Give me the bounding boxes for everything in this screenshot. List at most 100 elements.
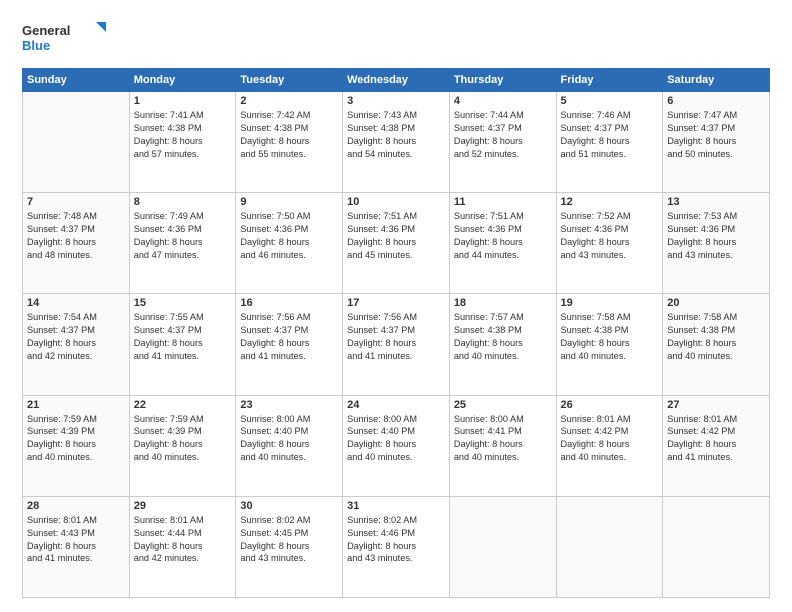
day-info: Sunrise: 8:00 AMSunset: 4:40 PMDaylight:… [347,413,445,465]
day-info: Sunrise: 7:57 AMSunset: 4:38 PMDaylight:… [454,311,552,363]
calendar-cell: 29Sunrise: 8:01 AMSunset: 4:44 PMDayligh… [129,496,236,597]
calendar-cell: 7Sunrise: 7:48 AMSunset: 4:37 PMDaylight… [23,193,130,294]
day-number: 31 [347,500,445,512]
calendar-cell: 16Sunrise: 7:56 AMSunset: 4:37 PMDayligh… [236,294,343,395]
day-number: 24 [347,399,445,411]
day-number: 8 [134,196,232,208]
svg-text:Blue: Blue [22,38,50,53]
weekday-header-tuesday: Tuesday [236,69,343,92]
day-number: 22 [134,399,232,411]
calendar-cell: 30 Sunrise: 8:02 AMSunset: 4:45 PMDayligh… [236,496,343,597]
weekday-header-wednesday: Wednesday [343,69,450,92]
week-row-1: 7Sunrise: 7:48 AMSunset: 4:37 PMDaylight… [23,193,770,294]
calendar-cell: 25Sunrise: 8:00 AMSunset: 4:41 PMDayligh… [449,395,556,496]
day-info: Sunrise: 7:54 AMSunset: 4:37 PMDaylight:… [27,311,125,363]
day-info: Sunrise: 7:42 AMSunset: 4:38 PMDaylight:… [240,109,338,161]
day-info: Sunrise: 7:59 AMSunset: 4:39 PMDaylight:… [134,413,232,465]
day-number: 6 [667,95,765,107]
day-info: Sunrise: 8:02 AMSunset: 4:45 PMDaylight:… [240,514,338,566]
calendar-header: SundayMondayTuesdayWednesdayThursdayFrid… [23,69,770,92]
calendar-cell [556,496,663,597]
calendar-cell: 24 Sunrise: 8:00 AMSunset: 4:40 PMDayligh… [343,395,450,496]
day-number: 30 [240,500,338,512]
day-info: Sunrise: 7:55 AMSunset: 4:37 PMDaylight:… [134,311,232,363]
calendar-cell: 21 Sunrise: 7:59 AMSunset: 4:39 PMDayligh… [23,395,130,496]
weekday-header-saturday: Saturday [663,69,770,92]
calendar-cell [449,496,556,597]
week-row-0: 1 Sunrise: 7:41 AMSunset: 4:38 PMDaylight… [23,92,770,193]
day-info: Sunrise: 8:00 AMSunset: 4:40 PMDaylight:… [240,413,338,465]
calendar-cell: 31 Sunrise: 8:02 AMSunset: 4:46 PMDayligh… [343,496,450,597]
weekday-row: SundayMondayTuesdayWednesdayThursdayFrid… [23,69,770,92]
day-number: 1 [134,95,232,107]
day-info: Sunrise: 7:52 AMSunset: 4:36 PMDaylight:… [561,210,659,262]
header: General Blue [22,18,770,58]
weekday-header-thursday: Thursday [449,69,556,92]
day-info: Sunrise: 7:50 AMSunset: 4:36 PMDaylight:… [240,210,338,262]
calendar-cell: 13 Sunrise: 7:53 AMSunset: 4:36 PMDayligh… [663,193,770,294]
calendar-cell: 12 Sunrise: 7:52 AMSunset: 4:36 PMDayligh… [556,193,663,294]
svg-text:General: General [22,23,70,38]
day-number: 26 [561,399,659,411]
day-number: 29 [134,500,232,512]
day-number: 9 [240,196,338,208]
day-number: 12 [561,196,659,208]
calendar-cell: 2 Sunrise: 7:42 AMSunset: 4:38 PMDaylight… [236,92,343,193]
calendar-cell: 23 Sunrise: 8:00 AMSunset: 4:40 PMDayligh… [236,395,343,496]
day-info: Sunrise: 7:44 AMSunset: 4:37 PMDaylight:… [454,109,552,161]
calendar-cell [663,496,770,597]
day-info: Sunrise: 8:01 AMSunset: 4:42 PMDaylight:… [667,413,765,465]
calendar-cell: 3Sunrise: 7:43 AMSunset: 4:38 PMDaylight… [343,92,450,193]
logo: General Blue [22,18,112,58]
weekday-header-friday: Friday [556,69,663,92]
day-number: 13 [667,196,765,208]
day-number: 5 [561,95,659,107]
day-info: Sunrise: 7:49 AMSunset: 4:36 PMDaylight:… [134,210,232,262]
day-info: Sunrise: 8:02 AMSunset: 4:46 PMDaylight:… [347,514,445,566]
calendar-cell: 28Sunrise: 8:01 AMSunset: 4:43 PMDayligh… [23,496,130,597]
week-row-3: 21 Sunrise: 7:59 AMSunset: 4:39 PMDayligh… [23,395,770,496]
day-info: Sunrise: 8:01 AMSunset: 4:42 PMDaylight:… [561,413,659,465]
day-info: Sunrise: 7:59 AMSunset: 4:39 PMDaylight:… [27,413,125,465]
day-number: 2 [240,95,338,107]
day-number: 15 [134,297,232,309]
calendar-cell: 26 Sunrise: 8:01 AMSunset: 4:42 PMDayligh… [556,395,663,496]
day-info: Sunrise: 7:41 AMSunset: 4:38 PMDaylight:… [134,109,232,161]
week-row-2: 14 Sunrise: 7:54 AMSunset: 4:37 PMDayligh… [23,294,770,395]
day-number: 17 [347,297,445,309]
weekday-header-monday: Monday [129,69,236,92]
day-number: 4 [454,95,552,107]
day-number: 19 [561,297,659,309]
day-number: 18 [454,297,552,309]
calendar-cell: 14 Sunrise: 7:54 AMSunset: 4:37 PMDayligh… [23,294,130,395]
calendar-cell: 17Sunrise: 7:56 AMSunset: 4:37 PMDayligh… [343,294,450,395]
day-number: 14 [27,297,125,309]
day-number: 20 [667,297,765,309]
day-number: 11 [454,196,552,208]
calendar-cell: 8 Sunrise: 7:49 AMSunset: 4:36 PMDaylight… [129,193,236,294]
day-info: Sunrise: 7:58 AMSunset: 4:38 PMDaylight:… [667,311,765,363]
day-info: Sunrise: 7:46 AMSunset: 4:37 PMDaylight:… [561,109,659,161]
calendar-cell: 6Sunrise: 7:47 AMSunset: 4:37 PMDaylight… [663,92,770,193]
calendar-cell: 11 Sunrise: 7:51 AMSunset: 4:36 PMDayligh… [449,193,556,294]
day-number: 21 [27,399,125,411]
calendar-cell: 22 Sunrise: 7:59 AMSunset: 4:39 PMDayligh… [129,395,236,496]
calendar-cell: 4 Sunrise: 7:44 AMSunset: 4:37 PMDaylight… [449,92,556,193]
day-number: 27 [667,399,765,411]
day-info: Sunrise: 7:53 AMSunset: 4:36 PMDaylight:… [667,210,765,262]
day-info: Sunrise: 7:56 AMSunset: 4:37 PMDaylight:… [240,311,338,363]
calendar-cell: 20 Sunrise: 7:58 AMSunset: 4:38 PMDayligh… [663,294,770,395]
calendar-cell: 27 Sunrise: 8:01 AMSunset: 4:42 PMDayligh… [663,395,770,496]
calendar-cell: 10Sunrise: 7:51 AMSunset: 4:36 PMDayligh… [343,193,450,294]
day-number: 23 [240,399,338,411]
calendar-cell: 18 Sunrise: 7:57 AMSunset: 4:38 PMDayligh… [449,294,556,395]
day-info: Sunrise: 7:43 AMSunset: 4:38 PMDaylight:… [347,109,445,161]
calendar-cell: 5 Sunrise: 7:46 AMSunset: 4:37 PMDaylight… [556,92,663,193]
day-info: Sunrise: 8:00 AMSunset: 4:41 PMDaylight:… [454,413,552,465]
day-info: Sunrise: 7:51 AMSunset: 4:36 PMDaylight:… [454,210,552,262]
calendar-cell [23,92,130,193]
week-row-4: 28Sunrise: 8:01 AMSunset: 4:43 PMDayligh… [23,496,770,597]
logo-svg: General Blue [22,18,112,58]
day-info: Sunrise: 7:58 AMSunset: 4:38 PMDaylight:… [561,311,659,363]
calendar-cell: 19 Sunrise: 7:58 AMSunset: 4:38 PMDayligh… [556,294,663,395]
